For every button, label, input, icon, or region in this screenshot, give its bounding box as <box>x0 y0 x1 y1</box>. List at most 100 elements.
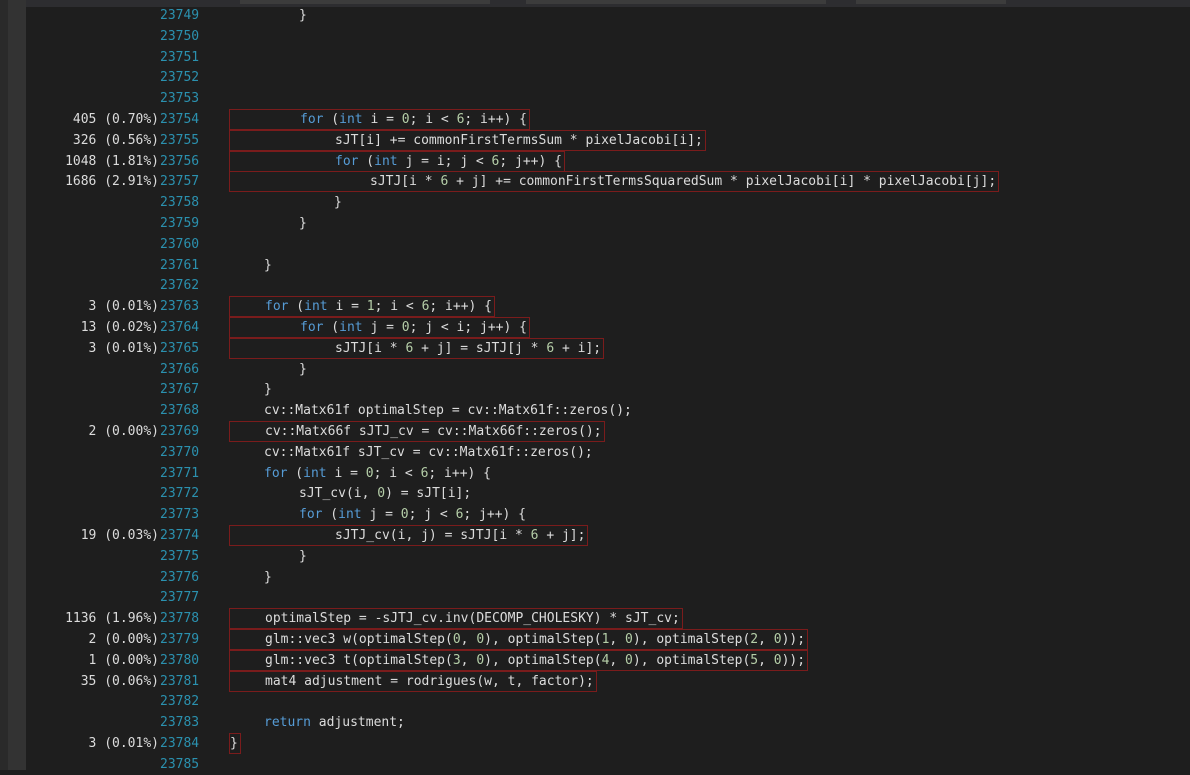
line-number: 23775 <box>160 548 200 564</box>
code-line[interactable]: 23760 <box>0 234 1190 255</box>
code-line[interactable]: 23771 for (int i = 0; i < 6; i++) { <box>0 463 1190 484</box>
line-number: 23760 <box>160 236 200 252</box>
code-line[interactable]: 23776} <box>0 567 1190 588</box>
code-line[interactable]: 23766} <box>0 359 1190 380</box>
code-line[interactable]: 3 (0.01%) 23763 for (int i = 1; i < 6; i++… <box>0 296 1190 318</box>
code-token: , <box>460 632 477 647</box>
keyword-token: int <box>339 320 363 335</box>
line-number: 23782 <box>160 694 200 710</box>
line-number: 23762 <box>160 278 200 294</box>
hit-count: 19 (0.03%) <box>80 528 159 543</box>
hot-code-segment: for (int j = i; j < 6; j++) { <box>229 150 565 172</box>
line-number: 23757 <box>160 174 200 190</box>
code-line[interactable]: 1 (0.00%) 23780 glm::vec3 t(optimalStep(3,… <box>0 649 1190 671</box>
hot-code-segment: for (int i = 0; i < 6; i++) { <box>229 109 531 130</box>
code-line[interactable]: 13 (0.02%) 23764 for (int j = 0; j < i; j+… <box>0 317 1190 338</box>
code-token: + i]; <box>554 340 602 356</box>
code-line[interactable]: 2 (0.00%) 23779 glm::vec3 w(optimalStep(0,… <box>0 629 1190 650</box>
code-line[interactable]: 1048 (1.81%) 23756 for (int j = i; j < 6; … <box>0 150 1190 172</box>
line-number: 23750 <box>160 28 200 44</box>
code-line[interactable]: 3 (0.01%) 23784} <box>0 733 1190 754</box>
code-token: } <box>264 382 272 398</box>
code-token: sJTJ[i * <box>335 340 406 356</box>
hit-count: 35 (0.06%) <box>80 673 159 689</box>
code-line[interactable]: 23770 cv::Matx61f sJT_cv = cv::Matx61f::z… <box>0 442 1190 463</box>
code-token: ; i++) { <box>429 299 493 315</box>
line-number: 23769 <box>160 424 200 439</box>
keyword-token: int <box>374 153 398 169</box>
code-line[interactable]: 2 (0.00%) 23769 cv::Matx66f sJTJ_cv = cv::… <box>0 421 1190 442</box>
hot-code-segment: } <box>229 733 241 754</box>
code-token: ( <box>287 465 304 481</box>
line-number: 23774 <box>160 528 200 543</box>
code-token: ), optimalStep( <box>484 652 602 668</box>
code-line[interactable]: 23758} <box>0 192 1190 213</box>
code-token: sJTJ[i * <box>370 174 441 190</box>
line-number: 23766 <box>160 361 200 377</box>
code-line[interactable]: 23773 for (int j = 0; j < 6; j++) { <box>0 504 1190 525</box>
code-token: + j]; <box>538 528 586 543</box>
number-token: 0 <box>377 486 386 502</box>
line-number: 23778 <box>160 611 200 627</box>
number-token: 0 <box>476 652 485 668</box>
code-line[interactable]: 3 (0.01%) 23765 sJTJ[i * 6 + j] = sJTJ[j *… <box>0 337 1190 359</box>
code-line[interactable]: 23750 <box>0 26 1190 47</box>
number-token: 5 <box>750 652 759 668</box>
code-token: glm::vec3 w(optimalStep( <box>265 632 453 647</box>
hot-code-segment: glm::vec3 t(optimalStep(3, 0), optimalSt… <box>229 649 809 671</box>
code-line[interactable]: 23775} <box>0 546 1190 567</box>
code-line[interactable]: 23772 sJT_cv(i, 0) = sJT[i]; <box>0 483 1190 504</box>
hot-code-segment: sJTJ_cv(i, j) = sJTJ[i * 6 + j]; <box>229 525 589 546</box>
keyword-token: for <box>299 507 323 523</box>
code-line[interactable]: 326 (0.56%) 23755 sJT[i] += commonFirstTer… <box>0 129 1190 151</box>
keyword-token: int <box>338 507 362 523</box>
hit-count: 1136 (1.96%) <box>65 611 159 627</box>
code-token: j = i; j < <box>397 153 492 169</box>
code-token: sJT[i] += commonFirstTermsSum * pixelJac… <box>335 132 703 148</box>
code-token: ) = sJT[i]; <box>385 486 472 502</box>
line-number: 23761 <box>160 257 200 273</box>
code-text: } <box>299 5 307 26</box>
code-line[interactable]: 1686 (2.91%) 23757 sJTJ[i * 6 + j] += comm… <box>0 171 1190 193</box>
line-number: 23749 <box>160 8 200 23</box>
code-editor[interactable]: 23749} 23750 23751 23752 23753 405 (0.70%) 237… <box>0 0 1190 772</box>
line-number: 23765 <box>160 340 200 356</box>
code-line[interactable]: 23767} <box>0 379 1190 400</box>
code-token: + j] += commonFirstTermsSquaredSum * pix… <box>448 174 997 190</box>
number-token: 3 <box>452 652 461 668</box>
code-line[interactable]: 23762 <box>0 275 1190 296</box>
code-line[interactable]: 19 (0.03%) 23774 sJTJ_cv(i, j) = sJTJ[i * … <box>0 525 1190 546</box>
number-token: 0 <box>625 652 633 668</box>
code-token: , <box>609 652 626 668</box>
code-token: ( <box>358 153 375 169</box>
code-token: ; i < <box>374 299 422 315</box>
code-text: } <box>264 255 272 276</box>
hot-code-segment: sJT[i] += commonFirstTermsSum * pixelJac… <box>229 129 706 151</box>
keyword-token: for <box>265 299 289 315</box>
code-line[interactable]: 23785 <box>0 754 1190 775</box>
code-line[interactable]: 23768 cv::Matx61f optimalStep = cv::Matx6… <box>0 400 1190 421</box>
code-line[interactable]: 23759} <box>0 213 1190 234</box>
number-token: 6 <box>530 528 539 543</box>
code-line[interactable]: 23752 <box>0 67 1190 88</box>
keyword-token: int <box>303 465 327 481</box>
code-line[interactable]: 23782 <box>0 691 1190 712</box>
code-line[interactable]: 1136 (1.96%) 23778 optimalStep = -sJTJ_cv.… <box>0 608 1190 630</box>
hit-count: 405 (0.70%) <box>72 112 159 127</box>
code-token: i = <box>362 112 402 127</box>
code-line[interactable]: 23749} <box>0 5 1190 26</box>
code-line[interactable]: 23753 <box>0 88 1190 109</box>
code-line[interactable]: 23783 return adjustment; <box>0 712 1190 733</box>
hit-count: 13 (0.02%) <box>80 320 159 335</box>
code-token: i = <box>326 465 366 481</box>
code-line[interactable]: 23761} <box>0 255 1190 276</box>
line-number: 23773 <box>160 507 200 523</box>
code-line[interactable]: 23777 <box>0 587 1190 608</box>
code-line[interactable]: 23751 <box>0 47 1190 68</box>
code-token: ; j < <box>408 507 456 523</box>
hit-count: 1048 (1.81%) <box>65 153 159 169</box>
code-token: ; i++) { <box>464 112 528 127</box>
code-line[interactable]: 35 (0.06%) 23781 mat4 adjustment = rodrigu… <box>0 670 1190 692</box>
hot-code-segment: cv::Matx66f sJTJ_cv = cv::Matx66f::zeros… <box>229 421 605 442</box>
code-line[interactable]: 405 (0.70%) 23754 for (int i = 0; i < 6; i… <box>0 109 1190 130</box>
